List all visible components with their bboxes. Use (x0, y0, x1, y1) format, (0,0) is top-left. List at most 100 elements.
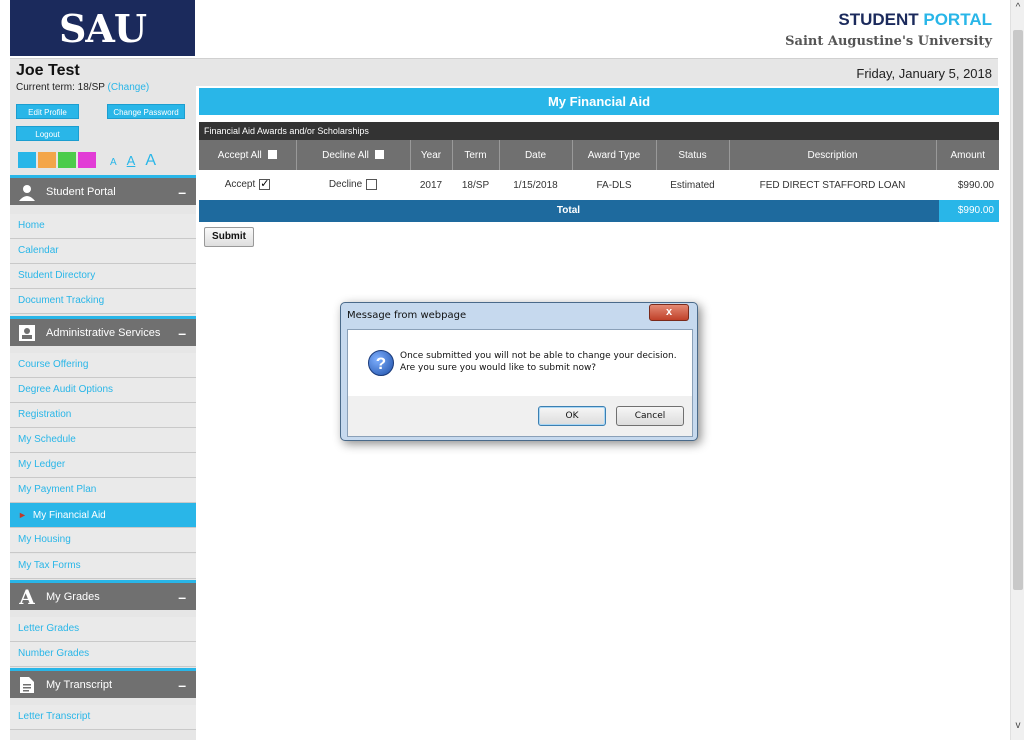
nav-registration[interactable]: Registration (10, 403, 196, 428)
theme-swatch-magenta[interactable] (78, 152, 96, 168)
close-icon[interactable]: x (649, 304, 689, 321)
total-amount: $990.00 (939, 200, 999, 222)
font-size-medium[interactable]: A (127, 153, 136, 168)
portal-title-line: STUDENT PORTAL (785, 10, 992, 30)
section-my-grades[interactable]: A My Grades – (10, 580, 196, 610)
nav-my-tax-forms[interactable]: My Tax Forms (10, 554, 196, 579)
section-administrative-services[interactable]: Administrative Services – (10, 316, 196, 346)
font-size-controls: A A A (110, 152, 156, 170)
nav-my-payment-plan[interactable]: My Payment Plan (10, 478, 196, 503)
nav-number-grades[interactable]: Number Grades (10, 642, 196, 667)
collapse-icon[interactable]: – (178, 184, 186, 200)
decline-checkbox[interactable] (366, 179, 378, 191)
decline-all-checkbox[interactable] (374, 150, 384, 160)
nav-course-offering[interactable]: Course Offering (10, 353, 196, 378)
financial-aid-table: Accept All Decline All Year Term Date Aw… (199, 140, 999, 200)
col-label: Accept All (217, 149, 262, 161)
decline-cell: Decline (296, 170, 410, 200)
dialog-message: Once submitted you will not be able to c… (400, 350, 677, 374)
scroll-up-icon[interactable]: ^ (1011, 2, 1024, 18)
dialog-footer: OK Cancel (348, 396, 692, 436)
nav-my-schedule[interactable]: My Schedule (10, 428, 196, 453)
accept-cell: Accept (199, 170, 296, 200)
col-term: Term (452, 140, 500, 170)
scroll-down-icon[interactable]: v (1011, 720, 1024, 736)
nav-student-directory[interactable]: Student Directory (10, 264, 196, 289)
page-scrollbar[interactable]: ^ v (1010, 0, 1024, 740)
term-label: Current term: 18/SP (16, 82, 105, 93)
font-size-large[interactable]: A (145, 152, 156, 170)
col-amount: Amount (936, 140, 999, 170)
nav-my-ledger[interactable]: My Ledger (10, 453, 196, 478)
year-cell: 2017 (419, 179, 443, 191)
section-student-portal[interactable]: Student Portal – (10, 175, 196, 205)
collapse-icon[interactable]: – (178, 677, 186, 693)
change-term-link[interactable]: (Change) (108, 82, 150, 93)
university-logo[interactable]: SAU (10, 0, 195, 56)
section-title: My Transcript (46, 678, 113, 691)
dialog-title: Message from webpage (347, 310, 467, 321)
accept-checkbox[interactable] (259, 177, 271, 191)
col-year: Year (410, 140, 453, 170)
submit-button[interactable]: Submit (204, 227, 254, 247)
section-title: Student Portal (46, 185, 116, 198)
edit-profile-button[interactable]: Edit Profile (16, 104, 79, 119)
nav-letter-grades[interactable]: Letter Grades (10, 617, 196, 642)
admin-icon (16, 324, 38, 342)
theme-swatch-blue[interactable] (18, 152, 36, 168)
scroll-thumb[interactable] (1013, 30, 1023, 590)
award-type-cell: FA-DLS (596, 179, 632, 191)
theme-swatch-green[interactable] (58, 152, 76, 168)
user-name: Joe Test (16, 62, 80, 79)
dialog-message-line1: Once submitted you will not be able to c… (400, 351, 677, 361)
table-row: Accept Decline 2017 18/SP 1/15/2018 FA-D… (199, 170, 999, 200)
section-title: Administrative Services (46, 326, 161, 339)
collapse-icon[interactable]: – (178, 589, 186, 605)
collapse-icon[interactable]: – (178, 325, 186, 341)
term-cell: 18/SP (461, 179, 490, 191)
status-cell: Estimated (670, 179, 715, 191)
nav-degree-audit-options[interactable]: Degree Audit Options (10, 378, 196, 403)
col-date: Date (499, 140, 573, 170)
top-bar: Joe Test Friday, January 5, 2018 (10, 58, 998, 86)
total-row: Total $990.00 (199, 200, 999, 222)
portal-title: STUDENT PORTAL Saint Augustine's Univers… (785, 10, 992, 49)
theme-swatches (18, 152, 96, 168)
accept-all-checkbox[interactable] (267, 150, 277, 160)
description-cell: FED DIRECT STAFFORD LOAN (759, 179, 906, 191)
current-term: Current term: 18/SP (Change) (16, 82, 149, 93)
col-award-type: Award Type (572, 140, 657, 170)
change-password-button[interactable]: Change Password (107, 104, 185, 119)
question-icon: ? (368, 350, 394, 376)
nav-letter-transcript[interactable]: Letter Transcript (10, 705, 196, 730)
sidebar: Current term: 18/SP (Change) Edit Profil… (10, 82, 196, 740)
decline-label: Decline (328, 179, 363, 191)
page-header: SAU STUDENT PORTAL Saint Augustine's Uni… (10, 0, 998, 58)
accept-label: Accept (224, 179, 256, 191)
col-label: Decline All (322, 149, 369, 161)
dialog-message-line2: Are you sure you would like to submit no… (400, 363, 597, 373)
confirm-dialog: Message from webpage x ? Once submitted … (340, 302, 698, 441)
theme-swatch-orange[interactable] (38, 152, 56, 168)
logout-button[interactable]: Logout (16, 126, 79, 141)
grades-icon: A (19, 584, 35, 609)
nav-document-tracking[interactable]: Document Tracking (10, 289, 196, 314)
ok-button[interactable]: OK (538, 406, 606, 426)
col-status: Status (656, 140, 730, 170)
font-size-small[interactable]: A (110, 157, 117, 168)
active-arrow-icon: ► (18, 510, 27, 520)
section-title: My Grades (46, 590, 100, 603)
col-accept-all[interactable]: Accept All (199, 140, 297, 170)
portal-title-student: STUDENT (838, 10, 919, 29)
nav-home[interactable]: Home (10, 214, 196, 239)
page-title: My Financial Aid (199, 88, 999, 115)
col-decline-all[interactable]: Decline All (296, 140, 411, 170)
nav-my-housing[interactable]: My Housing (10, 528, 196, 553)
nav-my-financial-aid[interactable]: ► My Financial Aid (10, 503, 196, 528)
col-description: Description (729, 140, 937, 170)
section-my-transcript[interactable]: My Transcript – (10, 668, 196, 698)
nav-label: My Financial Aid (32, 510, 106, 521)
nav-calendar[interactable]: Calendar (10, 239, 196, 264)
cancel-button[interactable]: Cancel (616, 406, 684, 426)
amount-cell: $990.00 (957, 179, 994, 191)
